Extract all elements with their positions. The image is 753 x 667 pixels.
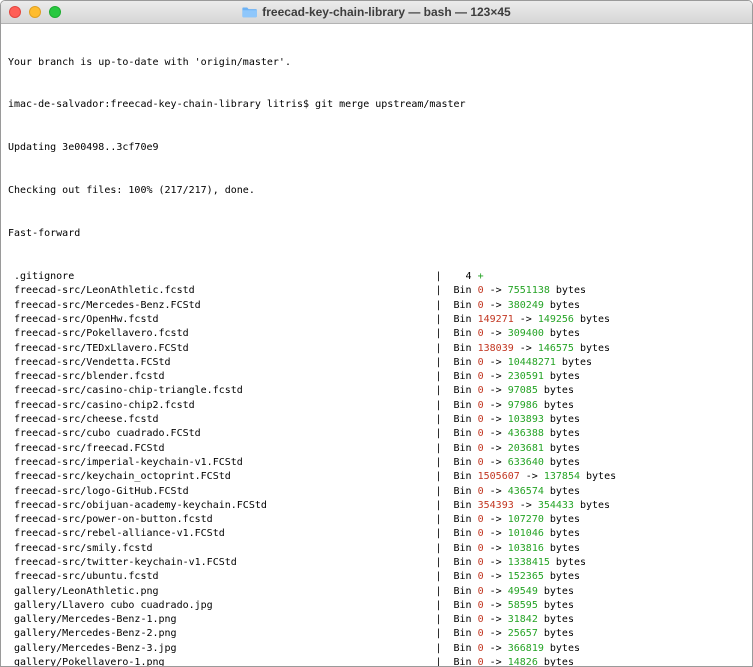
diffstat-row: freecad-src/Pokellavero.fcstd | Bin 0 ->… [8, 327, 752, 341]
window-title: freecad-key-chain-library — bash — 123×4… [242, 5, 510, 19]
terminal-line-branch-status: Your branch is up-to-date with 'origin/m… [8, 56, 752, 70]
titlebar[interactable]: freecad-key-chain-library — bash — 123×4… [1, 1, 752, 24]
new-size: 97085 [508, 385, 538, 396]
old-size: 138039 [478, 343, 514, 354]
old-size: 0 [478, 643, 484, 654]
old-size: 0 [478, 357, 484, 368]
terminal-window: freecad-key-chain-library — bash — 123×4… [0, 0, 753, 667]
new-size: 380249 [508, 300, 544, 311]
old-size: 0 [478, 614, 484, 625]
diffstat-list: .gitignore | 4 + freecad-src/LeonAthleti… [8, 270, 752, 667]
zoom-button[interactable] [49, 6, 61, 18]
old-size: 1505607 [478, 471, 520, 482]
old-size: 0 [478, 400, 484, 411]
new-size: 633640 [508, 457, 544, 468]
new-size: 436574 [508, 486, 544, 497]
diffstat-row: freecad-src/cheese.fcstd | Bin 0 -> 1038… [8, 413, 752, 427]
new-size: 107270 [508, 514, 544, 525]
new-size: 14826 [508, 657, 538, 667]
old-size: 0 [478, 414, 484, 425]
old-size: 149271 [478, 314, 514, 325]
close-button[interactable] [9, 6, 21, 18]
diffstat-row: freecad-src/twitter-keychain-v1.FCStd | … [8, 556, 752, 570]
new-size: 101046 [508, 528, 544, 539]
window-title-text: freecad-key-chain-library — bash — 123×4… [262, 5, 510, 19]
old-size: 0 [478, 557, 484, 568]
new-size: 203681 [508, 443, 544, 454]
new-size: 7551138 [508, 285, 550, 296]
diffstat-row: freecad-src/power-on-button.fcstd | Bin … [8, 513, 752, 527]
old-size: 0 [478, 428, 484, 439]
new-size: 49549 [508, 586, 538, 597]
new-size: 230591 [508, 371, 544, 382]
new-size: 58595 [508, 600, 538, 611]
new-size: 152365 [508, 571, 544, 582]
diffstat-row: freecad-src/freecad.FCStd | Bin 0 -> 203… [8, 442, 752, 456]
new-size: 309400 [508, 328, 544, 339]
old-size: 0 [478, 600, 484, 611]
old-size: 0 [478, 543, 484, 554]
old-size: 0 [478, 300, 484, 311]
diffstat-row: freecad-src/cubo cuadrado.FCStd | Bin 0 … [8, 427, 752, 441]
new-size: 1338415 [508, 557, 550, 568]
diffstat-row: freecad-src/OpenHw.fcstd | Bin 149271 ->… [8, 313, 752, 327]
old-size: 0 [478, 586, 484, 597]
old-size: 0 [478, 285, 484, 296]
diffstat-row: freecad-src/ubuntu.fcstd | Bin 0 -> 1523… [8, 570, 752, 584]
new-size: 103893 [508, 414, 544, 425]
diffstat-row: freecad-src/TEDxLlavero.FCStd | Bin 1380… [8, 342, 752, 356]
folder-icon [242, 6, 257, 18]
new-size: 149256 [538, 314, 574, 325]
terminal-line-fast-forward: Fast-forward [8, 227, 752, 241]
diffstat-row: freecad-src/Mercedes-Benz.FCStd | Bin 0 … [8, 299, 752, 313]
diffstat-row: freecad-src/keychain_octoprint.FCStd | B… [8, 470, 752, 484]
diffstat-row: freecad-src/obijuan-academy-keychain.FCS… [8, 499, 752, 513]
diffstat-row: freecad-src/smily.fcstd | Bin 0 -> 10381… [8, 542, 752, 556]
old-size: 0 [478, 457, 484, 468]
old-size: 0 [478, 486, 484, 497]
diffstat-row: gallery/LeonAthletic.png | Bin 0 -> 4954… [8, 585, 752, 599]
terminal-line-checkout: Checking out files: 100% (217/217), done… [8, 184, 752, 198]
new-size: 436388 [508, 428, 544, 439]
new-size: 354433 [538, 500, 574, 511]
diffstat-row: freecad-src/blender.fcstd | Bin 0 -> 230… [8, 370, 752, 384]
old-size: 0 [478, 443, 484, 454]
old-size: 0 [478, 371, 484, 382]
old-size: 0 [478, 571, 484, 582]
old-size: 0 [478, 657, 484, 667]
new-size: 31842 [508, 614, 538, 625]
diffstat-row: freecad-src/imperial-keychain-v1.FCStd |… [8, 456, 752, 470]
new-size: 366819 [508, 643, 544, 654]
diffstat-row-gitignore: .gitignore | 4 + [8, 270, 752, 284]
old-size: 0 [478, 514, 484, 525]
new-size: 10448271 [508, 357, 556, 368]
diffstat-row: freecad-src/rebel-alliance-v1.FCStd | Bi… [8, 527, 752, 541]
diffstat-row: gallery/Pokellavero-1.png | Bin 0 -> 148… [8, 656, 752, 667]
terminal-line-updating: Updating 3e00498..3cf70e9 [8, 141, 752, 155]
new-size: 25657 [508, 628, 538, 639]
old-size: 0 [478, 385, 484, 396]
new-size: 103816 [508, 543, 544, 554]
added-marker: + [478, 271, 484, 282]
window-controls [9, 6, 61, 18]
diffstat-row: freecad-src/Vendetta.FCStd | Bin 0 -> 10… [8, 356, 752, 370]
diffstat-row: gallery/Mercedes-Benz-1.png | Bin 0 -> 3… [8, 613, 752, 627]
terminal-line-prompt-command: imac-de-salvador:freecad-key-chain-libra… [8, 98, 752, 112]
old-size: 0 [478, 528, 484, 539]
diffstat-row: freecad-src/casino-chip-triangle.fcstd |… [8, 384, 752, 398]
old-size: 0 [478, 328, 484, 339]
old-size: 354393 [478, 500, 514, 511]
new-size: 137854 [544, 471, 580, 482]
new-size: 146575 [538, 343, 574, 354]
diffstat-row: gallery/Llavero cubo cuadrado.jpg | Bin … [8, 599, 752, 613]
diffstat-row: freecad-src/LeonAthletic.fcstd | Bin 0 -… [8, 284, 752, 298]
new-size: 97986 [508, 400, 538, 411]
diffstat-row: gallery/Mercedes-Benz-3.jpg | Bin 0 -> 3… [8, 642, 752, 656]
terminal-output[interactable]: Your branch is up-to-date with 'origin/m… [1, 24, 752, 667]
diffstat-row: gallery/Mercedes-Benz-2.png | Bin 0 -> 2… [8, 627, 752, 641]
diffstat-row: freecad-src/casino-chip2.fcstd | Bin 0 -… [8, 399, 752, 413]
old-size: 0 [478, 628, 484, 639]
minimize-button[interactable] [29, 6, 41, 18]
diffstat-row: freecad-src/logo-GitHub.FCStd | Bin 0 ->… [8, 485, 752, 499]
